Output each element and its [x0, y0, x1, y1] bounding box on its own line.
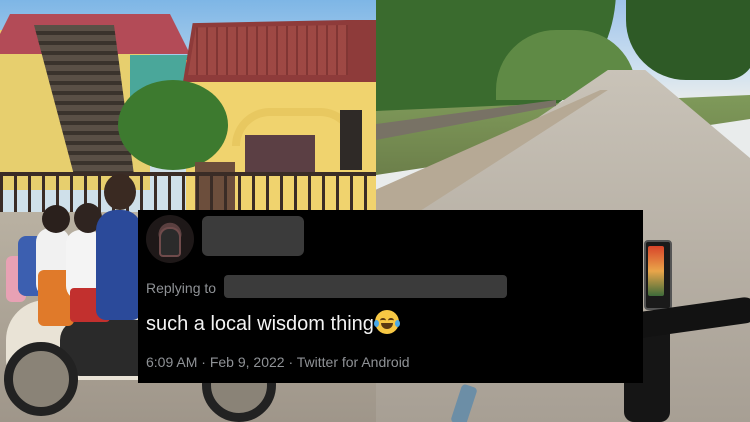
tweet-card: Replying to such a local wisdom thing 6:… [138, 210, 643, 383]
trees [626, 0, 750, 80]
meta-separator: · [284, 354, 297, 370]
roof-tiles [188, 25, 348, 75]
adult-rider [96, 210, 142, 320]
tweet-date[interactable]: Feb 9, 2022 [210, 354, 285, 370]
adult-head [104, 174, 136, 210]
meta-separator: · [197, 354, 210, 370]
tweet-source[interactable]: Twitter for Android [297, 354, 410, 370]
window [340, 110, 362, 170]
tweet-text: such a local wisdom thing [146, 310, 400, 336]
replying-to-redaction [224, 275, 507, 298]
tweet-time[interactable]: 6:09 AM [146, 354, 197, 370]
tweet-meta: 6:09 AM · Feb 9, 2022 · Twitter for Andr… [146, 354, 410, 370]
tears-of-joy-emoji-icon [373, 310, 400, 334]
avatar-figure [159, 227, 181, 257]
avatar[interactable] [146, 215, 194, 263]
username-redaction [202, 216, 304, 256]
child-head [42, 205, 70, 233]
tweet-body: such a local wisdom thing [146, 313, 374, 335]
tree [118, 80, 228, 170]
replying-to-label: Replying to [146, 280, 217, 296]
motorbike-front-wheel [4, 342, 78, 416]
window [245, 135, 315, 175]
bike-computer-screen [648, 246, 664, 296]
